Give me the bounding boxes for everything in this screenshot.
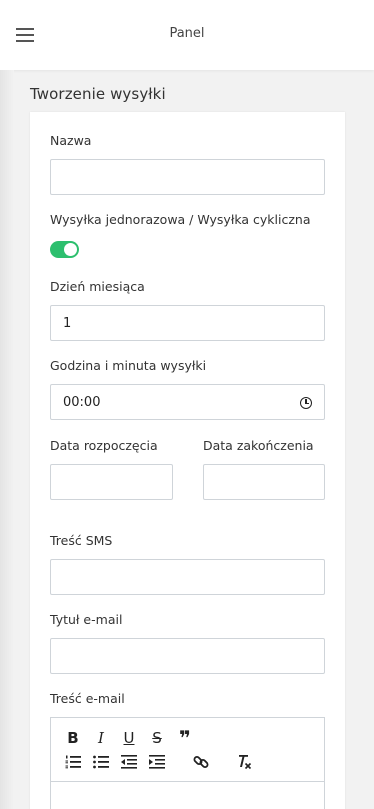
sms-content-label: Treść SMS <box>50 533 113 548</box>
italic-button[interactable]: I <box>92 729 110 747</box>
italic-icon: I <box>98 728 104 747</box>
panel-title: Panel <box>169 26 205 41</box>
link-icon <box>193 756 209 768</box>
outdent-icon <box>121 755 137 769</box>
top-bar: Panel <box>0 0 374 70</box>
link-button[interactable] <box>192 753 210 771</box>
email-content-label: Treść e-mail <box>50 691 125 706</box>
strikethrough-icon: S <box>152 728 162 747</box>
ordered-list-icon <box>65 755 81 769</box>
start-date-label: Data rozpoczęcia <box>50 438 158 453</box>
underline-button[interactable]: U <box>120 729 138 747</box>
bullet-list-button[interactable] <box>92 753 110 771</box>
form-card: Nazwa Wysyłka jednorazowa / Wysyłka cykl… <box>30 112 345 809</box>
name-input[interactable] <box>50 159 325 195</box>
shipping-type-label: Wysyłka jednorazowa / Wysyłka cykliczna <box>50 212 311 227</box>
blockquote-button[interactable]: ❞ <box>176 726 194 750</box>
day-of-month-input[interactable]: 1 <box>50 305 325 341</box>
clear-format-button[interactable] <box>235 753 253 771</box>
underline-icon: U <box>123 728 135 747</box>
day-of-month-label: Dzień miesiąca <box>50 279 145 294</box>
bullet-list-icon <box>93 755 109 769</box>
blockquote-icon: ❞ <box>179 726 191 750</box>
start-date-input[interactable] <box>50 464 173 500</box>
indent-button[interactable] <box>148 753 166 771</box>
sms-content-input[interactable] <box>50 559 325 595</box>
toggle-knob <box>64 243 77 256</box>
end-date-input[interactable] <box>203 464 325 500</box>
editor-content-area[interactable] <box>51 783 324 809</box>
strikethrough-button[interactable]: S <box>148 729 166 747</box>
clock-icon[interactable] <box>300 397 312 409</box>
sidebar-shadow <box>0 70 14 809</box>
indent-icon <box>149 755 165 769</box>
clear-format-icon <box>239 755 252 770</box>
shipping-type-toggle[interactable] <box>50 241 79 258</box>
end-date-label: Data zakończenia <box>203 438 314 453</box>
bold-button[interactable]: B <box>64 729 82 747</box>
email-title-input[interactable] <box>50 638 325 674</box>
email-content-editor[interactable]: B I U S ❞ <box>50 717 325 809</box>
editor-toolbar: B I U S ❞ <box>51 718 324 782</box>
email-title-label: Tytuł e-mail <box>50 612 123 627</box>
page-title: Tworzenie wysyłki <box>30 85 166 103</box>
send-time-input[interactable]: 00:00 <box>50 384 325 420</box>
send-time-value: 00:00 <box>63 394 101 410</box>
ordered-list-button[interactable] <box>64 753 82 771</box>
name-label: Nazwa <box>50 133 92 148</box>
outdent-button[interactable] <box>120 753 138 771</box>
bold-icon: B <box>67 728 79 747</box>
send-time-label: Godzina i minuta wysyłki <box>50 358 207 373</box>
